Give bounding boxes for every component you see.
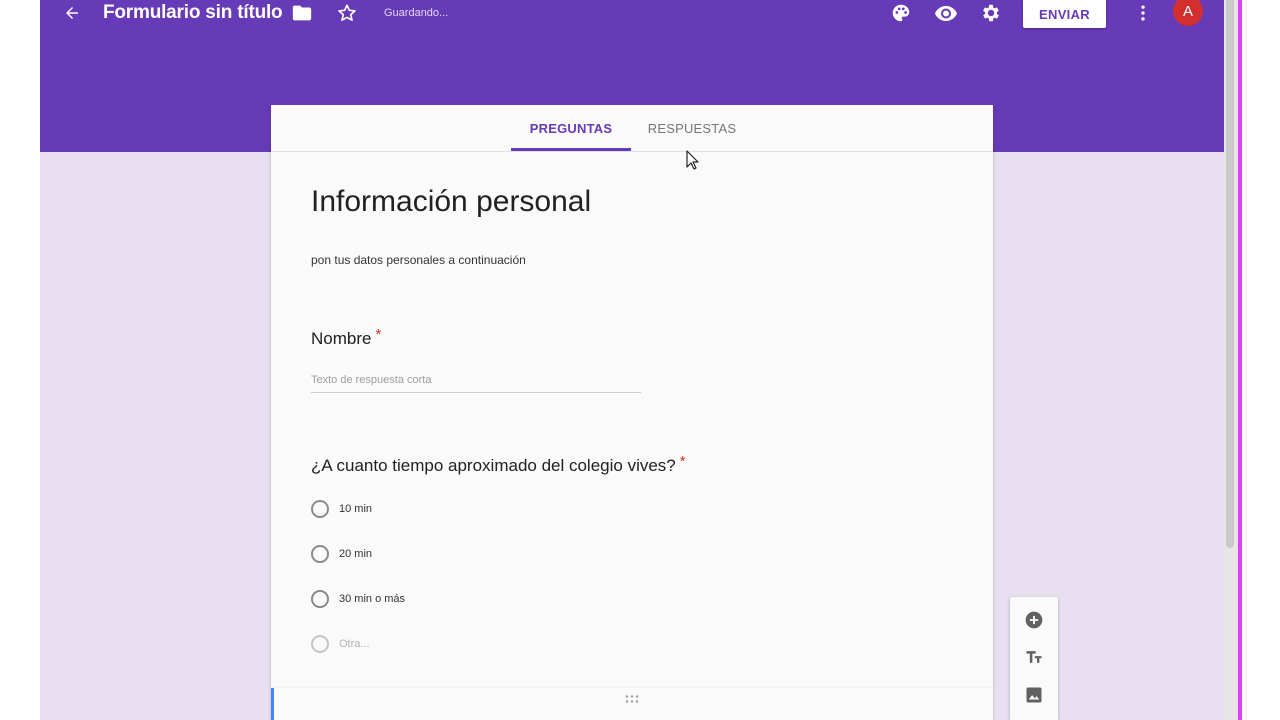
active-tab-indicator [511,148,631,151]
radio-circle[interactable] [311,545,329,563]
forms-app: Formulario sin título Guardando... ENVIA… [40,0,1224,720]
question-text: ¿A cuanto tiempo aproximado del colegio … [311,456,676,475]
back-arrow-icon[interactable] [60,0,84,26]
tab-responses[interactable]: RESPUESTAS [633,105,751,151]
form-tabs: PREGUNTAS RESPUESTAS [271,105,993,152]
required-asterisk: * [375,326,382,343]
radio-circle[interactable] [311,590,329,608]
question-text: Nombre [311,329,372,348]
option-10-min[interactable]: 10 min [311,499,372,519]
scrollbar-thumb[interactable] [1226,0,1234,548]
option-label: 10 min [339,503,373,515]
question-title-tiempo[interactable]: ¿A cuanto tiempo aproximado del colegio … [311,453,686,476]
folder-icon[interactable] [290,0,314,26]
settings-gear-icon[interactable] [979,0,1003,26]
option-30-min[interactable]: 30 min o más [311,589,405,609]
option-label: Otra... [339,638,370,650]
tab-questions[interactable]: PREGUNTAS [511,105,631,151]
top-toolbar: Formulario sin título Guardando... ENVIA… [40,0,1224,28]
short-answer-field: Texto de respuesta corta [311,374,641,393]
option-label: 20 min [339,548,373,560]
add-image-icon[interactable] [1022,683,1046,707]
drag-handle-icon[interactable] [624,693,640,707]
send-button[interactable]: ENVIAR [1023,0,1106,28]
mouse-cursor-icon [686,150,700,170]
outer-margin [1242,0,1280,720]
more-options-icon[interactable] [1131,0,1155,26]
option-other[interactable]: Otra... [311,634,370,654]
question-title-nombre[interactable]: Nombre * [311,326,382,349]
section-description[interactable]: pon tus datos personales a continuación [311,253,526,267]
form-card: PREGUNTAS RESPUESTAS Información persona… [271,105,993,688]
radio-circle[interactable] [311,635,329,653]
star-icon[interactable] [335,0,359,26]
section-title[interactable]: Información personal [311,185,591,219]
palette-icon[interactable] [889,0,913,26]
form-title[interactable]: Formulario sin título [103,0,283,26]
add-title-icon[interactable] [1022,645,1046,669]
option-label: 30 min o más [339,593,406,605]
option-20-min[interactable]: 20 min [311,544,372,564]
account-avatar[interactable]: A [1173,0,1203,26]
required-asterisk: * [679,453,686,470]
preview-eye-icon[interactable] [934,0,958,26]
next-question-card[interactable] [271,688,993,720]
add-question-icon[interactable] [1022,608,1046,632]
radio-circle[interactable] [311,500,329,518]
side-toolbar [1010,597,1058,720]
saving-status: Guardando... [384,7,449,19]
